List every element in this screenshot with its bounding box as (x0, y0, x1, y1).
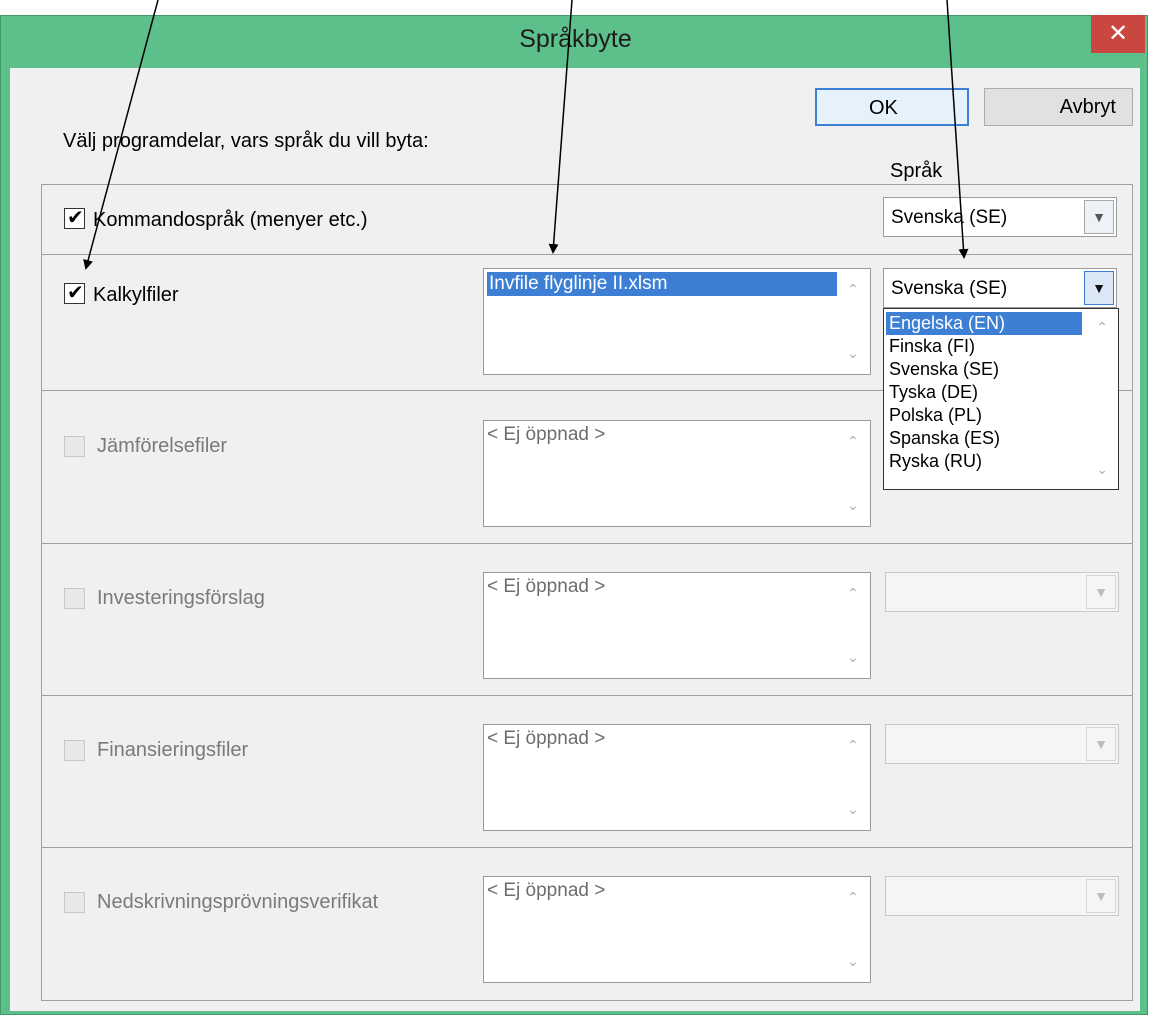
row-separator (41, 847, 1133, 848)
label-investment-proposals: Investeringsförslag (97, 587, 265, 609)
label-financing-files: Finansieringsfiler (97, 739, 249, 761)
file-list-item: < Ej öppnad > (487, 576, 606, 597)
language-select-value: Svenska (SE) (891, 207, 1008, 228)
list-scrollbar[interactable]: ⌃ ⌄ (838, 421, 870, 526)
checkbox-financing-files[interactable] (64, 740, 85, 761)
scroll-up-icon[interactable]: ⌃ (847, 433, 859, 450)
chevron-down-icon[interactable]: ▼ (1086, 727, 1116, 761)
label-command-language: Kommandospråk (menyer etc.) (93, 209, 368, 231)
scroll-up-icon[interactable]: ⌃ (847, 281, 859, 298)
list-scrollbar[interactable]: ⌃ ⌄ (838, 269, 870, 374)
file-list-item[interactable]: Invfile flyglinje II.xlsm (487, 272, 837, 296)
dropdown-option[interactable]: Spanska (ES) (886, 427, 1000, 450)
prompt-label: Välj programdelar, vars språk du vill by… (63, 130, 429, 152)
language-select-value: Svenska (SE) (891, 278, 1008, 299)
scroll-up-icon[interactable]: ⌃ (847, 585, 859, 602)
chevron-down-icon[interactable]: ▼ (1084, 200, 1114, 234)
dropdown-option[interactable]: Polska (PL) (886, 404, 982, 427)
file-list-investment[interactable]: < Ej öppnad > ⌃ ⌄ (483, 572, 871, 679)
language-select-command[interactable]: Svenska (SE) ▼ (883, 197, 1117, 237)
language-column-header: Språk (890, 160, 943, 182)
scroll-down-icon[interactable]: ⌄ (847, 649, 859, 666)
row-separator (41, 695, 1133, 696)
file-list-item: < Ej öppnad > (487, 880, 606, 901)
checkbox-command-language[interactable]: ✔ (64, 207, 85, 229)
cancel-button[interactable]: Avbryt (984, 88, 1133, 126)
row-separator (41, 254, 1133, 255)
file-list-impairment[interactable]: < Ej öppnad > ⌃ ⌄ (483, 876, 871, 983)
label-impairment-verification: Nedskrivningsprövningsverifikat (97, 891, 379, 913)
scroll-down-icon[interactable]: ⌄ (1096, 461, 1108, 478)
scroll-up-icon[interactable]: ⌃ (847, 737, 859, 754)
window-title: Språkbyte (519, 25, 632, 53)
label-comparison-files: Jämförelsefiler (97, 435, 228, 457)
file-list-item: < Ej öppnad > (487, 728, 606, 749)
checkbox-calc-files[interactable]: ✔ (64, 282, 85, 304)
scroll-up-icon[interactable]: ⌃ (1096, 319, 1108, 336)
checkmark-icon: ✔ (67, 207, 84, 229)
close-button[interactable]: ✕ (1091, 15, 1145, 53)
file-list-item: < Ej öppnad > (487, 424, 606, 445)
checkbox-investment-proposals[interactable] (64, 588, 85, 609)
file-list-financing[interactable]: < Ej öppnad > ⌃ ⌄ (483, 724, 871, 831)
file-list-calc[interactable]: Invfile flyglinje II.xlsm ⌃ ⌄ (483, 268, 871, 375)
close-icon: ✕ (1107, 20, 1129, 47)
language-select-calc[interactable]: Svenska (SE) ▼ (883, 268, 1117, 308)
chevron-down-icon[interactable]: ▼ (1084, 271, 1114, 305)
scroll-down-icon[interactable]: ⌄ (847, 801, 859, 818)
scroll-down-icon[interactable]: ⌄ (847, 497, 859, 514)
checkbox-impairment-verification[interactable] (64, 892, 85, 913)
language-select-investment[interactable]: ▼ (885, 572, 1119, 612)
dropdown-option[interactable]: Engelska (EN) (886, 312, 1082, 335)
scroll-down-icon[interactable]: ⌄ (847, 953, 859, 970)
language-select-financing[interactable]: ▼ (885, 724, 1119, 764)
checkbox-comparison-files[interactable] (64, 436, 85, 457)
ok-button[interactable]: OK (815, 88, 969, 126)
chevron-down-icon[interactable]: ▼ (1086, 879, 1116, 913)
dropdown-option[interactable]: Ryska (RU) (886, 450, 982, 473)
dropdown-option[interactable]: Finska (FI) (886, 335, 975, 358)
checkmark-icon: ✔ (67, 282, 84, 304)
scroll-down-icon[interactable]: ⌄ (847, 345, 859, 362)
dropdown-option[interactable]: Tyska (DE) (886, 381, 978, 404)
list-scrollbar[interactable]: ⌃ ⌄ (838, 573, 870, 678)
language-dropdown-list[interactable]: Engelska (EN) Finska (FI) Svenska (SE) T… (883, 308, 1119, 490)
language-select-impairment[interactable]: ▼ (885, 876, 1119, 916)
dropdown-option[interactable]: Svenska (SE) (886, 358, 999, 381)
file-list-comparison[interactable]: < Ej öppnad > ⌃ ⌄ (483, 420, 871, 527)
list-scrollbar[interactable]: ⌃ ⌄ (838, 725, 870, 830)
chevron-down-icon[interactable]: ▼ (1086, 575, 1116, 609)
row-separator (41, 543, 1133, 544)
list-scrollbar[interactable]: ⌃ ⌄ (838, 877, 870, 982)
label-calc-files: Kalkylfiler (93, 284, 179, 306)
scroll-up-icon[interactable]: ⌃ (847, 889, 859, 906)
